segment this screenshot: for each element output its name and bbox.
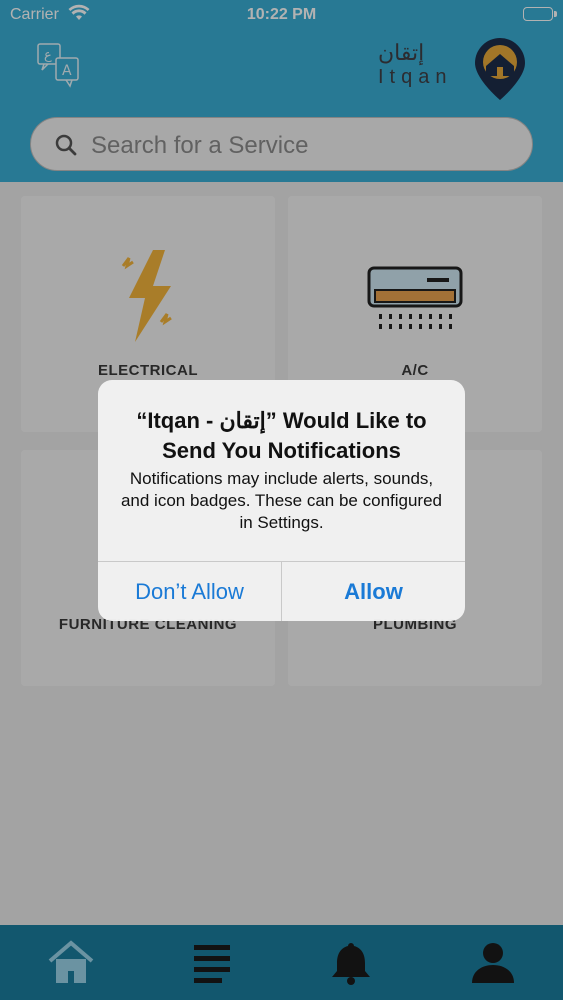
dont-allow-button[interactable]: Don’t Allow [98,562,282,621]
alert-button-row: Don’t Allow Allow [98,561,465,621]
alert-title: “Itqan - إتقان” Would Like to Send You N… [136,408,427,463]
allow-button[interactable]: Allow [282,562,465,621]
alert-message: Notifications may include alerts, sounds… [120,469,443,532]
notification-permission-alert: “Itqan - إتقان” Would Like to Send You N… [98,380,465,621]
